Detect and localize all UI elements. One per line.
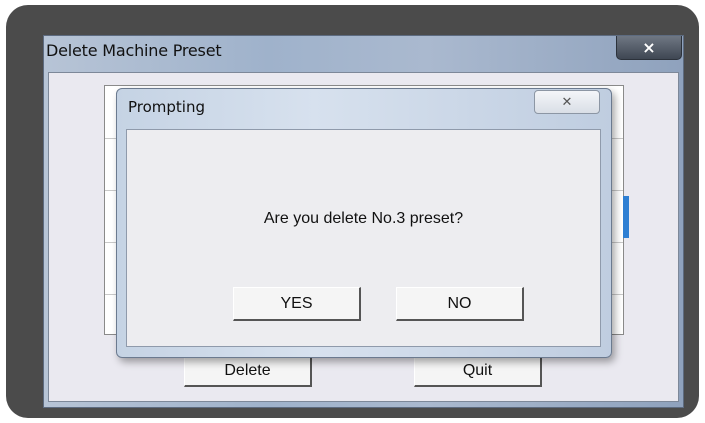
screenshot-frame: Delete Machine Preset × Delete Quit Prom…	[6, 5, 699, 418]
close-icon: ✕	[561, 94, 573, 110]
quit-button[interactable]: Quit	[414, 355, 542, 387]
window-title: Delete Machine Preset	[46, 41, 222, 60]
prompting-dialog: Prompting ✕ Are you delete No.3 preset? …	[116, 88, 612, 358]
selected-row-indicator	[623, 196, 629, 238]
confirmation-message: Are you delete No.3 preset?	[263, 210, 464, 227]
window-close-button[interactable]: ×	[616, 36, 682, 60]
dialog-body: Are you delete No.3 preset? YES NO	[126, 129, 601, 347]
close-icon: ×	[642, 38, 656, 57]
dialog-title: Prompting	[128, 98, 206, 116]
yes-button[interactable]: YES	[233, 287, 361, 321]
dialog-close-button[interactable]: ✕	[534, 90, 600, 114]
delete-button[interactable]: Delete	[184, 355, 312, 387]
no-button[interactable]: NO	[396, 287, 524, 321]
